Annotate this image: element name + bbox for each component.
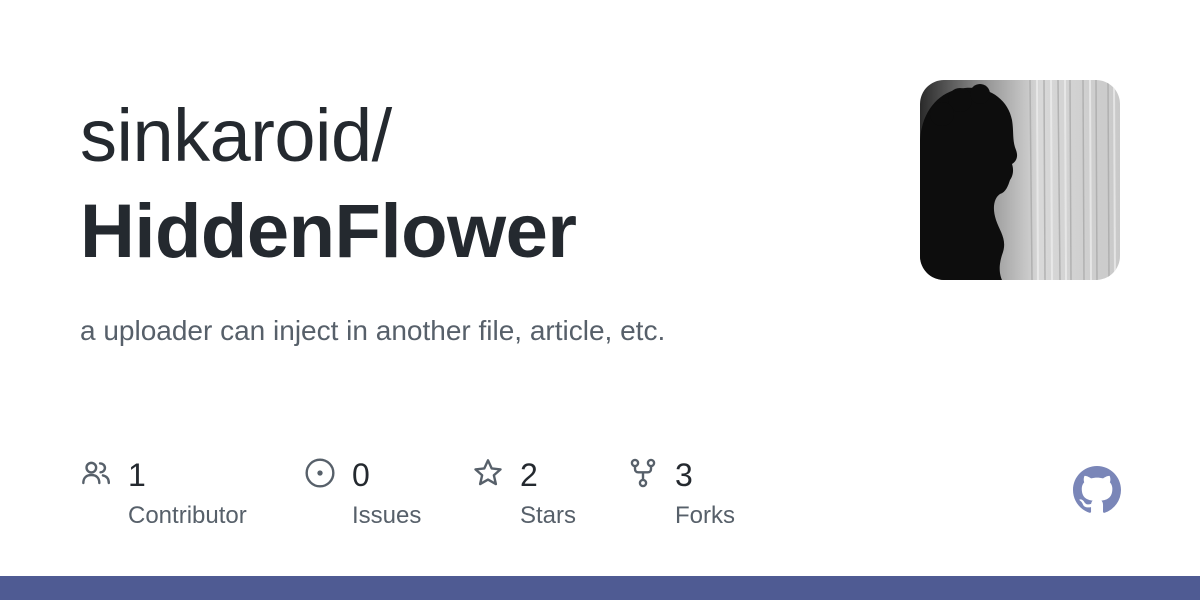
- repo-owner[interactable]: sinkaroid/: [80, 92, 392, 180]
- github-logo-icon[interactable]: [1073, 466, 1121, 514]
- issue-opened-icon: [305, 458, 335, 488]
- issues-count: 0: [352, 457, 370, 493]
- stars-label: Stars: [520, 502, 577, 529]
- people-icon: [82, 461, 110, 485]
- issues-label: Issues: [352, 502, 422, 529]
- contributors-count: 1: [128, 457, 146, 493]
- social-preview-card: sinkaroid/ HiddenFlower a uploader can i…: [0, 0, 1200, 600]
- repo-name[interactable]: HiddenFlower: [80, 187, 577, 277]
- star-icon: [474, 459, 502, 486]
- forks-label: Forks: [675, 502, 735, 529]
- repo-forked-icon: [630, 458, 656, 488]
- language-bar: [0, 576, 1200, 600]
- repo-description: a uploader can inject in another file, a…: [80, 315, 666, 346]
- forks-count: 3: [675, 457, 693, 493]
- avatar: [920, 80, 1120, 280]
- stars-count: 2: [520, 457, 538, 493]
- avatar-silhouette-image: [920, 80, 1120, 280]
- contributors-label: Contributor: [128, 502, 247, 529]
